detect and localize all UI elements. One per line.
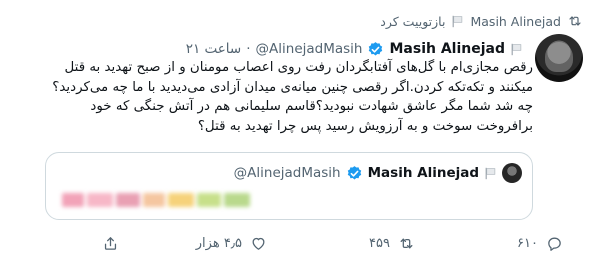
quoted-author-handle: @AlinejadMasih — [233, 165, 341, 181]
author-name[interactable]: Masih Alinejad — [389, 41, 505, 57]
flag-icon — [453, 15, 463, 27]
like-count: ۴٫۵ هزار — [195, 235, 242, 251]
tweet-header: ۲۱ ساعت · @AlinejadMasih Masih Alinejad — [186, 38, 523, 60]
reply-button[interactable]: ۶۱۰ — [517, 228, 563, 258]
quoted-author-avatar — [502, 163, 522, 183]
tweet-timestamp[interactable]: ۲۱ ساعت — [186, 41, 242, 57]
blurred-quoted-text — [62, 193, 250, 207]
tweet-action-bar: ۶۱۰ ۴۵۹ ۴٫۵ هزار — [0, 228, 597, 258]
retweet-button[interactable]: ۴۵۹ — [369, 228, 415, 258]
retweeter-name[interactable]: Masih Alinejad — [470, 14, 561, 29]
tweet-text: رقص مجازی‌ام با گل‌های آفتابگردان رفت رو… — [52, 60, 533, 134]
quoted-tweet-header: @AlinejadMasih Masih Alinejad — [234, 163, 522, 183]
author-handle[interactable]: @AlinejadMasih — [256, 41, 363, 57]
reply-icon — [548, 237, 561, 251]
flag-icon — [485, 167, 496, 179]
like-button[interactable]: ۴٫۵ هزار — [196, 228, 267, 258]
verified-badge-icon — [369, 41, 383, 55]
author-avatar[interactable] — [535, 34, 583, 82]
retweet-count: ۴۵۹ — [369, 235, 390, 251]
heart-icon — [252, 237, 265, 250]
verified-badge-icon — [347, 165, 361, 179]
retweet-indicator: بازتوییت کرد Masih Alinejad — [380, 11, 583, 31]
share-button[interactable] — [102, 228, 119, 258]
quoted-author-name: Masih Alinejad — [367, 165, 479, 181]
flag-icon — [511, 43, 522, 55]
header-separator: · — [246, 41, 251, 57]
reply-count: ۶۱۰ — [517, 235, 538, 251]
quoted-tweet-card[interactable]: @AlinejadMasih Masih Alinejad — [45, 152, 533, 220]
share-icon — [104, 236, 117, 250]
retweet-icon — [569, 16, 581, 26]
retweet-icon — [400, 238, 413, 248]
retweet-label: بازتوییت کرد — [380, 13, 446, 29]
